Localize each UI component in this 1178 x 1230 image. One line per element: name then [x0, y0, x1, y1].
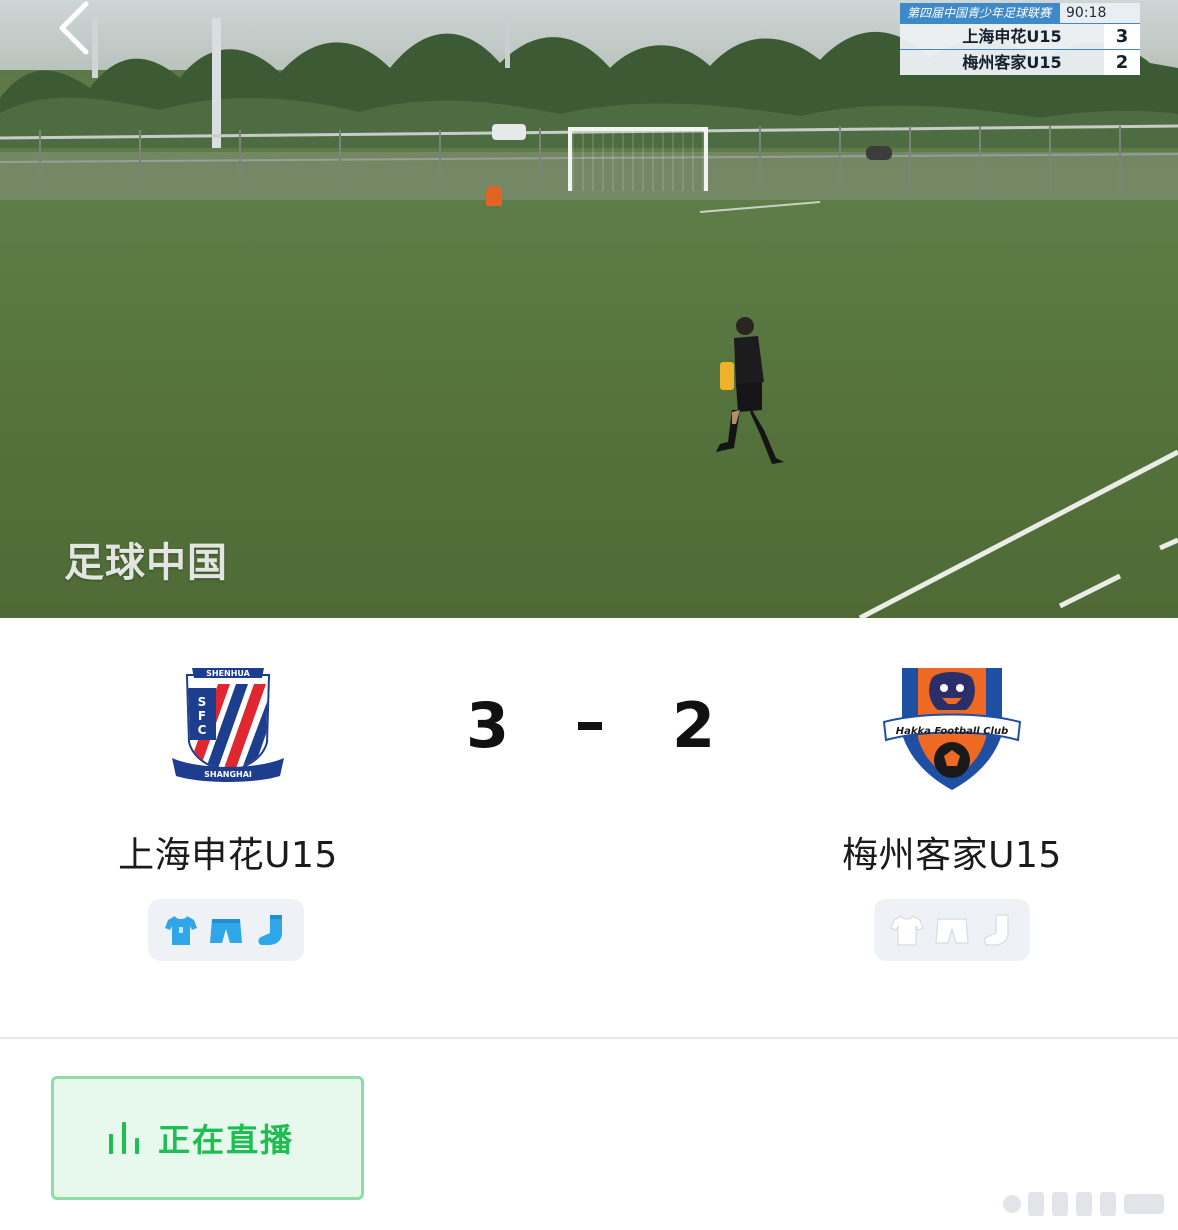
home-team-name: 上海申花U15 — [118, 835, 338, 876]
sock-icon — [984, 914, 1009, 946]
away-team-name: 梅州客家U15 — [842, 835, 1062, 876]
meizhou-hakka-crest-logo: Hakka Football Club — [882, 668, 1022, 790]
away-team[interactable]: Hakka Football Club 梅州客家U15 — [802, 654, 1102, 878]
back-button[interactable] — [48, 0, 100, 56]
overlay-away-team: 梅州客家U15 — [962, 53, 1062, 72]
svg-text:F: F — [198, 709, 206, 723]
shorts-icon — [209, 919, 242, 943]
shorts-icon — [935, 918, 969, 944]
jersey-icon — [889, 915, 924, 946]
video-goalkeeper — [486, 186, 502, 206]
video-referee — [716, 317, 784, 464]
video-goal — [568, 127, 708, 191]
overlay-away-score: 2 — [1104, 50, 1140, 75]
svg-text:SHANGHAI: SHANGHAI — [204, 770, 252, 779]
sock-icon — [258, 915, 283, 945]
overlay-home-row: 上海申花U15 3 — [900, 23, 1140, 49]
home-score: 3 — [466, 689, 510, 762]
live-signal-icon — [109, 1122, 139, 1154]
back-arrow-icon — [59, 1, 89, 55]
away-kit — [874, 899, 1030, 961]
svg-text:Hakka Football Club: Hakka Football Club — [896, 726, 1009, 737]
broadcast-watermark: 足球中国 — [64, 540, 228, 586]
svg-text:C: C — [198, 723, 207, 737]
overlay-home-score: 3 — [1104, 24, 1140, 49]
live-now-label: 正在直播 — [158, 1121, 295, 1159]
scoreboard-overlay: 第四届中国青少年足球联赛 90:18 上海申花U15 3 梅州客家U15 2 — [900, 3, 1140, 75]
section-divider — [0, 1037, 1178, 1039]
corner-watermark-logo — [1003, 1192, 1164, 1216]
video-player[interactable]: 足球中国 第四届中国青少年足球联赛 90:18 上海申花U15 3 梅州客家U1… — [0, 0, 1178, 618]
svg-text:S: S — [198, 695, 207, 709]
shenhua-crest-logo: S F C SHENHUA SHANGHAI — [172, 668, 284, 782]
jersey-icon — [164, 916, 197, 945]
svg-text:SHENHUA: SHENHUA — [206, 669, 251, 678]
overlay-league-name: 第四届中国青少年足球联赛 — [900, 3, 1060, 23]
away-score: 2 — [672, 689, 716, 762]
overlay-away-row: 梅州客家U15 2 — [900, 49, 1140, 75]
overlay-home-team: 上海申花U15 — [962, 27, 1062, 46]
video-pitch-markings — [699, 201, 1178, 618]
live-now-button[interactable]: 正在直播 — [51, 1076, 364, 1200]
video-car — [492, 124, 526, 140]
overlay-match-clock: 90:18 — [1060, 3, 1140, 23]
home-kit — [148, 899, 304, 961]
score-separator — [578, 722, 602, 730]
home-team[interactable]: S F C SHENHUA SHANGHAI 上海申花U15 — [78, 654, 378, 878]
video-motorbike — [866, 146, 892, 160]
